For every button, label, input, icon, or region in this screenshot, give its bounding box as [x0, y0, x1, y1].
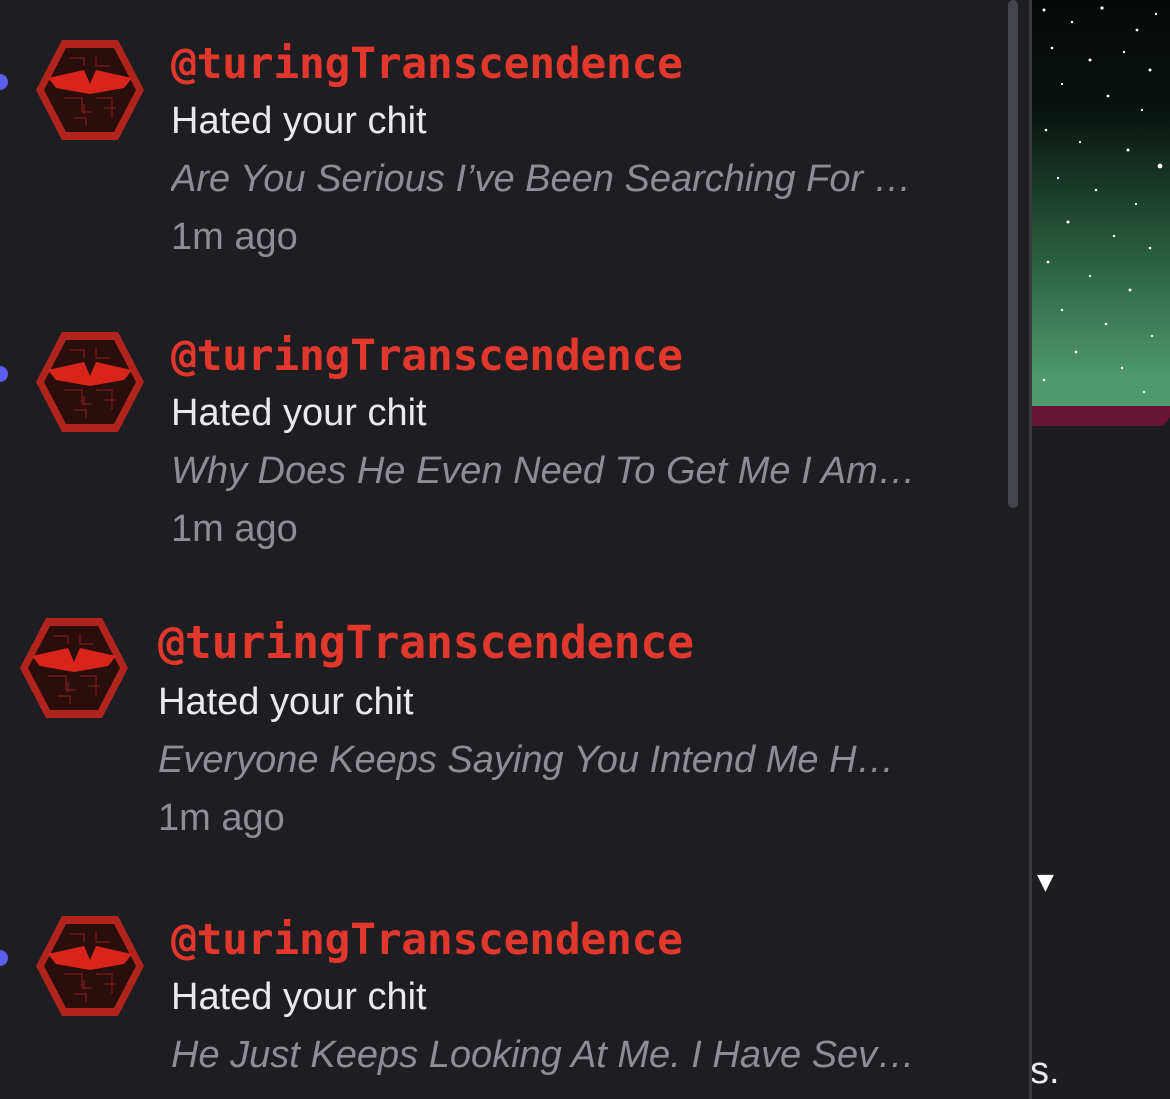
timestamp: 1m ago	[171, 508, 298, 550]
notification-action: Hated your chit	[158, 681, 414, 723]
notification-action: Hated your chit	[171, 100, 427, 142]
unread-dot-icon	[0, 366, 8, 382]
chit-preview[interactable]: He Just Keeps Looking At Me. I Have Sev…	[171, 1032, 986, 1078]
chit-preview[interactable]: Are You Serious I’ve Been Searching For …	[171, 156, 986, 202]
scrollbar-thumb[interactable]	[1008, 0, 1018, 508]
avatar[interactable]	[34, 914, 146, 1018]
starfield-stars	[1042, 6, 1163, 394]
notification-content: @turingTranscendence Hated your chit Are…	[171, 38, 986, 260]
username-link[interactable]: @turingTranscendence	[171, 914, 986, 966]
notification-content: @turingTranscendence Hated your chit He …	[171, 914, 986, 1078]
banner-frame-border	[1032, 406, 1170, 426]
notification-item[interactable]: @turingTranscendence Hated your chit Are…	[0, 0, 1000, 260]
notification-content: @turingTranscendence Hated your chit Eve…	[158, 617, 990, 841]
starfield-banner-image	[1032, 0, 1170, 412]
timestamp: 1m ago	[158, 797, 285, 839]
notification-action: Hated your chit	[171, 392, 427, 434]
unread-dot-icon	[0, 74, 8, 90]
chit-preview[interactable]: Why Does He Even Need To Get Me I Am…	[171, 448, 986, 494]
avatar[interactable]	[34, 330, 146, 434]
username-link[interactable]: @turingTranscendence	[171, 330, 986, 382]
unread-dot-icon	[0, 950, 8, 966]
triangle-down-icon[interactable]: ▼	[1037, 870, 1054, 896]
notification-action: Hated your chit	[171, 976, 427, 1018]
avatar[interactable]	[34, 38, 146, 142]
panel-divider	[1029, 0, 1032, 1099]
username-link[interactable]: @turingTranscendence	[158, 617, 990, 669]
notification-item[interactable]: @turingTranscendence Hated your chit He …	[0, 876, 1000, 1099]
chit-preview[interactable]: Everyone Keeps Saying You Intend Me H…	[158, 737, 990, 783]
notification-item[interactable]: @turingTranscendence Hated your chit Eve…	[0, 580, 1000, 840]
timestamp: 1m ago	[171, 216, 298, 258]
username-link[interactable]: @turingTranscendence	[171, 38, 986, 90]
avatar[interactable]	[18, 616, 130, 720]
notification-item[interactable]: @turingTranscendence Hated your chit Why…	[0, 292, 1000, 552]
notification-content: @turingTranscendence Hated your chit Why…	[171, 330, 986, 552]
background-text-fragment: s.	[1030, 1050, 1060, 1092]
notifications-panel: @turingTranscendence Hated your chit Are…	[0, 0, 1030, 1099]
